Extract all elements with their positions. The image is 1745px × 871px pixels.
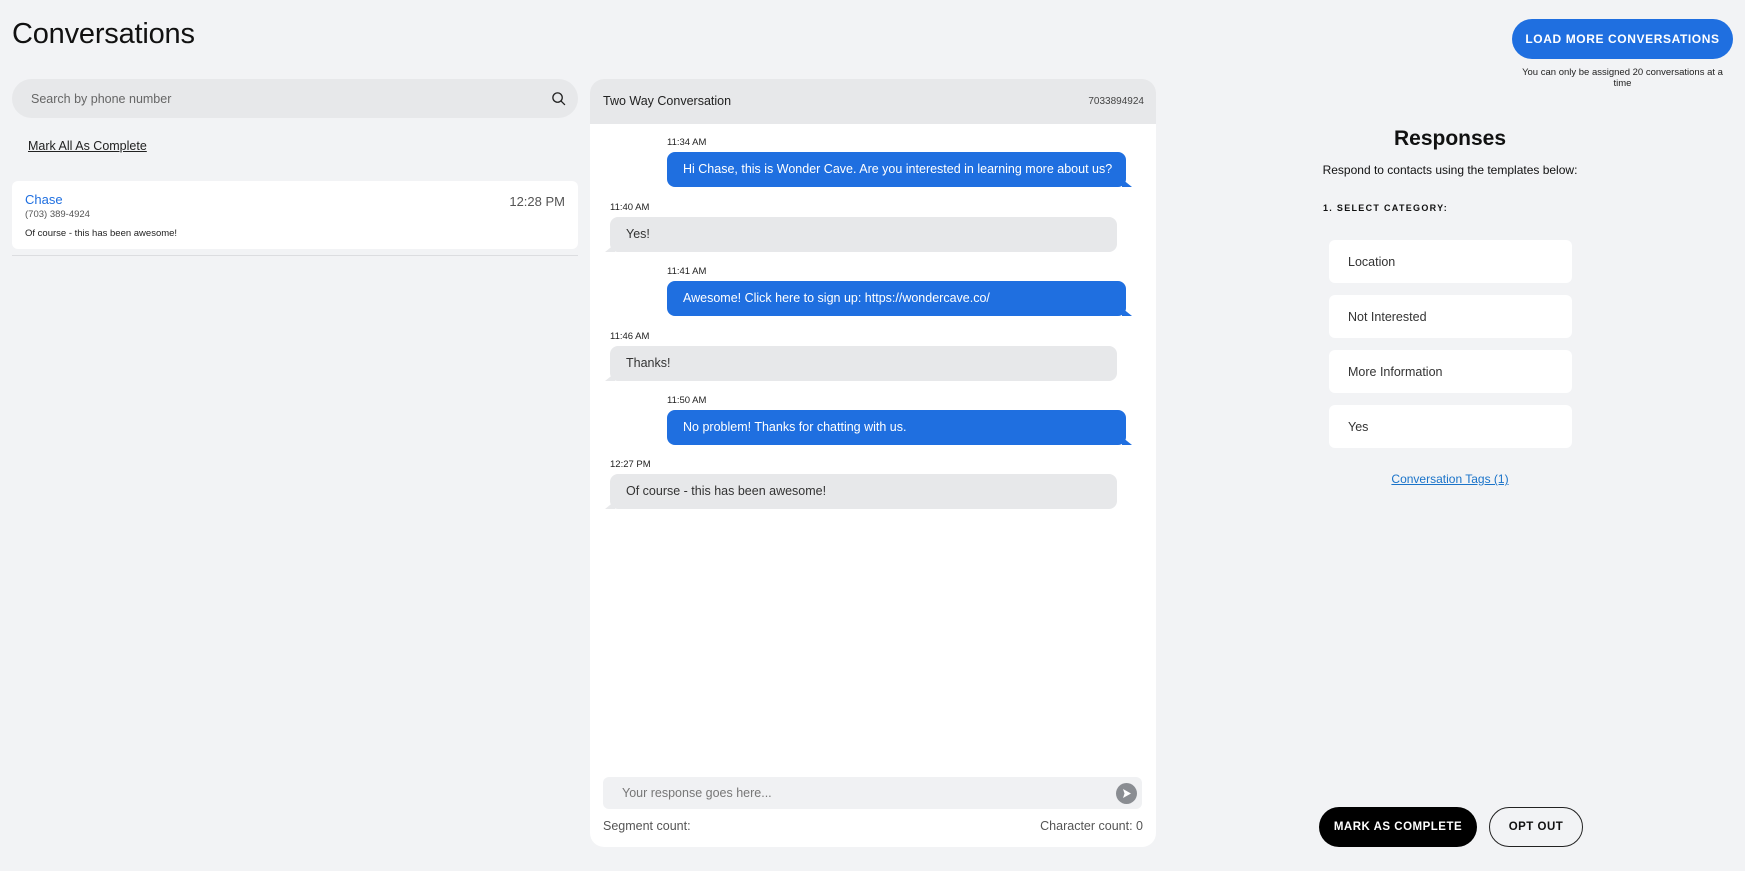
category-yes-button[interactable]: Yes bbox=[1329, 405, 1572, 448]
search-bar bbox=[12, 79, 578, 118]
category-location-button[interactable]: Location bbox=[1329, 240, 1572, 283]
message-incoming: 12:27 PM Of course - this has been aweso… bbox=[605, 459, 1117, 509]
search-icon[interactable] bbox=[551, 91, 566, 106]
message-time: 12:27 PM bbox=[610, 459, 651, 470]
message-incoming: 11:46 AM Thanks! bbox=[605, 331, 1117, 381]
message-bubble: No problem! Thanks for chatting with us. bbox=[667, 410, 1132, 445]
reply-composer bbox=[603, 777, 1142, 809]
chat-phone-number: 7033894924 bbox=[1088, 96, 1144, 107]
message-outgoing: 11:41 AM Awesome! Click here to sign up:… bbox=[667, 266, 1132, 316]
message-time: 11:46 AM bbox=[610, 331, 650, 342]
chat-panel: Two Way Conversation 7033894924 11:34 AM… bbox=[590, 79, 1156, 847]
message-bubble: Hi Chase, this is Wonder Cave. Are you i… bbox=[667, 152, 1132, 187]
mark-all-complete-link[interactable]: Mark All As Complete bbox=[28, 139, 147, 153]
message-outgoing: 11:34 AM Hi Chase, this is Wonder Cave. … bbox=[667, 137, 1132, 187]
page-title: Conversations bbox=[12, 18, 195, 50]
message-bubble: Of course - this has been awesome! bbox=[605, 474, 1117, 509]
mark-as-complete-button[interactable]: MARK AS COMPLETE bbox=[1319, 807, 1477, 847]
character-count: Character count: 0 bbox=[1040, 819, 1143, 833]
category-not-interested-button[interactable]: Not Interested bbox=[1329, 295, 1572, 338]
send-button[interactable] bbox=[1116, 783, 1137, 804]
conversation-phone: (703) 389-4924 bbox=[25, 209, 90, 220]
conversation-tags-link[interactable]: Conversation Tags (1) bbox=[1300, 472, 1600, 486]
load-more-note: You can only be assigned 20 conversation… bbox=[1522, 67, 1723, 89]
conversation-item[interactable]: Chase (703) 389-4924 Of course - this ha… bbox=[12, 181, 578, 249]
category-more-information-button[interactable]: More Information bbox=[1329, 350, 1572, 393]
message-bubble: Yes! bbox=[605, 217, 1117, 252]
category-label: 1. SELECT CATEGORY: bbox=[1323, 203, 1449, 213]
opt-out-button[interactable]: OPT OUT bbox=[1489, 807, 1583, 847]
message-time: 11:50 AM bbox=[667, 395, 707, 406]
message-bubble: Awesome! Click here to sign up: https://… bbox=[667, 281, 1132, 316]
message-incoming: 11:40 AM Yes! bbox=[605, 202, 1117, 252]
segment-count: Segment count: bbox=[603, 819, 691, 833]
send-icon bbox=[1123, 789, 1131, 798]
chat-header: Two Way Conversation 7033894924 bbox=[590, 79, 1156, 124]
conversation-preview: Of course - this has been awesome! bbox=[25, 228, 178, 239]
category-list: Location Not Interested More Information… bbox=[1329, 240, 1572, 460]
message-time: 11:40 AM bbox=[610, 202, 650, 213]
conversation-list: Chase (703) 389-4924 Of course - this ha… bbox=[12, 181, 578, 256]
conversation-name[interactable]: Chase bbox=[25, 192, 565, 207]
message-outgoing: 11:50 AM No problem! Thanks for chatting… bbox=[667, 395, 1132, 445]
message-time: 11:34 AM bbox=[667, 137, 707, 148]
chat-title: Two Way Conversation bbox=[603, 94, 732, 108]
message-time: 11:41 AM bbox=[667, 266, 707, 277]
load-more-conversations-button[interactable]: LOAD MORE CONVERSATIONS bbox=[1512, 19, 1733, 59]
message-bubble: Thanks! bbox=[605, 346, 1117, 381]
conversation-time: 12:28 PM bbox=[509, 194, 565, 209]
responses-subtitle: Respond to contacts using the templates … bbox=[1322, 163, 1578, 177]
reply-input[interactable] bbox=[603, 777, 1142, 809]
responses-title: Responses bbox=[1393, 127, 1507, 150]
search-input[interactable] bbox=[12, 79, 578, 118]
